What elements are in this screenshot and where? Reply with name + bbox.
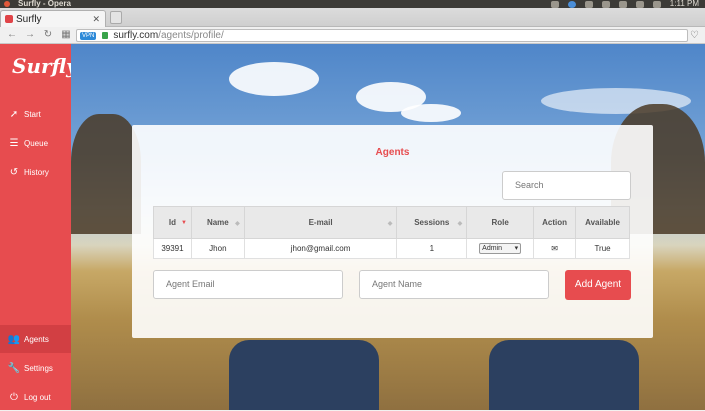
list-icon: ☰ [9, 137, 19, 149]
card-title: Agents [375, 147, 410, 158]
sidebar-item-logout[interactable]: ⏻ Log out [0, 383, 71, 411]
url-path: /agents/profile/ [158, 30, 224, 41]
jeans-left [229, 340, 379, 410]
speed-dial-icon[interactable]: ▦ [60, 29, 72, 41]
cloud [401, 104, 461, 122]
tab-close-icon[interactable]: ✕ [92, 14, 100, 25]
users-icon: 👥 [7, 333, 21, 345]
reload-icon[interactable]: ↻ [42, 29, 54, 41]
surfly-logo[interactable]: Surfly [12, 54, 78, 78]
column-header-sessions[interactable]: Sessions ◆ [396, 206, 468, 239]
cell-id: 39391 [153, 238, 192, 259]
tray-volume-icon[interactable] [652, 0, 661, 8]
agents-card: Agents Search Id ▼ Name ◆ E-mail ◆ Sessions… [132, 125, 653, 338]
sidebar-item-label: Queue [24, 138, 49, 148]
column-header-id[interactable]: Id ▼ [153, 206, 192, 239]
column-header-role: Role [466, 206, 535, 239]
sidebar-item-label: Agents [24, 334, 49, 344]
column-header-available: Available [575, 206, 630, 239]
cell-sessions[interactable]: 1 [396, 238, 468, 259]
cell-action: ✉ [533, 238, 577, 259]
tray-app-icon[interactable] [550, 0, 559, 8]
browser-toolbar: ← → ↻ ▦ VPN surfly.com/agents/profile/ ♡ [0, 27, 705, 44]
browser-tab[interactable]: Surfly ✕ [0, 10, 106, 27]
cursor-icon: ➚ [9, 108, 19, 120]
back-arrow-icon[interactable]: ← [6, 29, 18, 41]
sidebar-item-label: Settings [24, 363, 53, 373]
cell-name: Jhon [190, 238, 245, 259]
history-icon: ↺ [9, 166, 19, 178]
system-tray: 1:11 PM [550, 0, 699, 8]
cell-email: jhon@gmail.com [243, 238, 398, 259]
jeans-right [489, 340, 639, 410]
wrench-icon: 🔧 [7, 362, 21, 374]
sidebar-item-label: History [24, 167, 49, 177]
cloud [229, 62, 319, 96]
clock[interactable]: 1:11 PM [670, 0, 699, 8]
sidebar-item-queue[interactable]: ☰ Queue [0, 129, 71, 157]
sidebar-item-settings[interactable]: 🔧 Settings [0, 354, 71, 382]
sidebar: Surfly ➚ Start ☰ Queue ↺ History 👥 Agent… [0, 44, 78, 411]
tray-skype-icon[interactable] [584, 0, 593, 8]
lock-icon[interactable] [102, 32, 109, 39]
forward-arrow-icon[interactable]: → [24, 29, 36, 41]
table-row: 39391 Jhon jhon@gmail.com 1 Admin ✉ True [153, 238, 630, 259]
tray-mail-icon[interactable] [635, 0, 644, 8]
sidebar-item-agents[interactable]: 👥 Agents [0, 325, 71, 353]
sort-icon[interactable]: ◆ [458, 220, 463, 227]
tray-keyboard-icon[interactable] [601, 0, 610, 8]
sort-desc-icon[interactable]: ▼ [181, 220, 187, 226]
window-title: Surfly - Opera [18, 0, 71, 8]
table-header-row: Id ▼ Name ◆ E-mail ◆ Sessions ◆ Role Action … [153, 206, 630, 239]
add-agent-button[interactable]: Add Agent [565, 270, 631, 300]
url-domain: surfly.com [113, 30, 159, 41]
tray-chrome-icon[interactable] [567, 0, 576, 8]
tab-title: Surfly [16, 13, 42, 25]
logout-icon: ⏻ [10, 391, 18, 403]
column-header-name[interactable]: Name ◆ [190, 206, 245, 239]
sidebar-item-label: Log out [24, 392, 51, 402]
tab-strip: Surfly ✕ [0, 8, 705, 27]
search-input[interactable]: Search [502, 171, 631, 200]
new-tab-button[interactable] [110, 11, 122, 24]
sidebar-item-label: Start [24, 109, 41, 119]
surfly-favicon-icon [5, 15, 13, 23]
address-bar[interactable]: VPN surfly.com/agents/profile/ [76, 29, 688, 42]
cell-role: Admin [466, 238, 535, 259]
heart-icon[interactable]: ♡ [690, 30, 699, 41]
sort-icon[interactable]: ◆ [235, 220, 240, 227]
sort-icon[interactable]: ◆ [388, 220, 393, 227]
vpn-badge[interactable]: VPN [80, 31, 97, 40]
sidebar-item-history[interactable]: ↺ History [0, 158, 71, 186]
tree [71, 114, 141, 234]
tray-bluetooth-icon[interactable] [618, 0, 627, 8]
cell-available: True [575, 238, 630, 259]
agent-name-input[interactable]: Agent Name [359, 270, 549, 299]
agent-email-input[interactable]: Agent Email [153, 270, 343, 299]
role-select[interactable]: Admin [479, 243, 522, 254]
column-header-email[interactable]: E-mail ◆ [243, 206, 398, 239]
mail-icon[interactable]: ✉ [551, 244, 558, 253]
os-top-bar: Surfly - Opera 1:11 PM [0, 0, 705, 8]
sidebar-item-start[interactable]: ➚ Start [0, 100, 71, 128]
agents-table: Id ▼ Name ◆ E-mail ◆ Sessions ◆ Role Action … [153, 206, 630, 259]
window-close-icon[interactable] [4, 1, 10, 7]
column-header-action: Action [533, 206, 577, 239]
